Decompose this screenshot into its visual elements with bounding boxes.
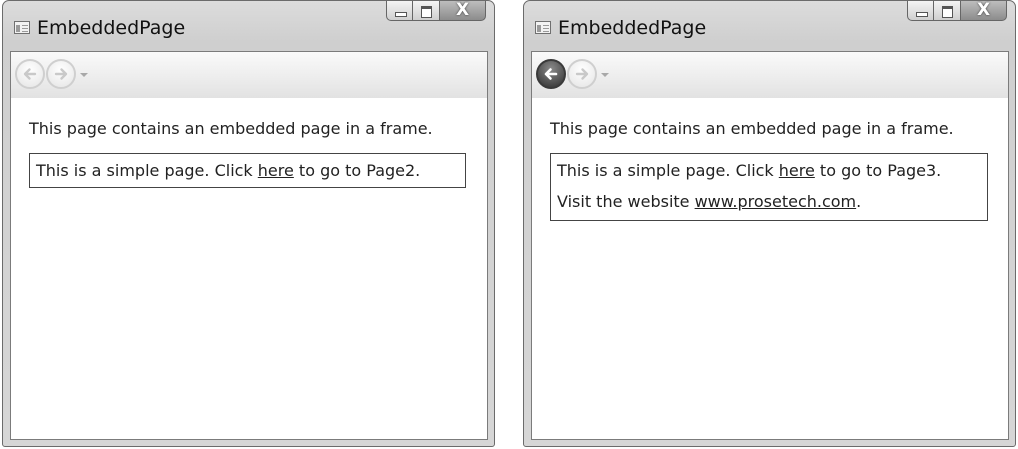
history-dropdown-icon[interactable]	[80, 73, 88, 77]
here-link[interactable]: here	[779, 161, 815, 180]
forward-button[interactable]	[567, 59, 597, 89]
window-app-icon[interactable]	[535, 21, 551, 34]
maximize-button[interactable]	[413, 1, 440, 21]
frame-text-line: Visit the website www.prosetech.com.	[557, 191, 981, 213]
client-area: This page contains an embedded page in a…	[531, 51, 1009, 440]
website-link[interactable]: www.prosetech.com	[695, 192, 857, 211]
frame-text-prefix: This is a simple page. Click	[557, 161, 779, 180]
page-content: This page contains an embedded page in a…	[11, 98, 487, 439]
embedded-page-window-1: EmbeddedPage X This page contains an emb…	[2, 0, 495, 447]
navigation-bar	[532, 52, 1008, 98]
title-bar[interactable]: EmbeddedPage X	[524, 1, 1015, 47]
caption-buttons: X	[907, 1, 1007, 23]
frame-text-prefix: This is a simple page. Click	[36, 161, 258, 180]
frame-text-suffix: to go to Page2.	[293, 161, 421, 180]
back-button[interactable]	[536, 59, 566, 89]
intro-text: This page contains an embedded page in a…	[550, 119, 954, 138]
embedded-frame: This is a simple page. Click here to go …	[29, 153, 466, 188]
caption-buttons: X	[386, 1, 486, 23]
minimize-button[interactable]	[907, 1, 934, 21]
forward-arrow-icon	[575, 68, 589, 80]
page-content: This page contains an embedded page in a…	[532, 98, 1008, 439]
embedded-page-window-2: EmbeddedPage X This page contains an emb…	[523, 0, 1016, 447]
here-link[interactable]: here	[258, 161, 294, 180]
minimize-button[interactable]	[386, 1, 413, 21]
back-arrow-icon	[23, 68, 37, 80]
frame-text-suffix: to go to Page3.	[814, 161, 942, 180]
back-button[interactable]	[15, 59, 45, 89]
frame-text-line: This is a simple page. Click here to go …	[557, 160, 981, 182]
maximize-button[interactable]	[934, 1, 961, 21]
frame-text-suffix: .	[856, 192, 862, 211]
intro-text: This page contains an embedded page in a…	[29, 119, 433, 138]
title-bar[interactable]: EmbeddedPage X	[3, 1, 494, 47]
window-app-icon[interactable]	[14, 21, 30, 34]
navigation-bar	[11, 52, 487, 98]
close-button[interactable]: X	[961, 1, 1007, 21]
client-area: This page contains an embedded page in a…	[10, 51, 488, 440]
frame-text-prefix: Visit the website	[557, 192, 695, 211]
frame-text-line: This is a simple page. Click here to go …	[36, 160, 459, 182]
embedded-frame: This is a simple page. Click here to go …	[550, 153, 988, 221]
history-dropdown-icon[interactable]	[601, 73, 609, 77]
back-arrow-icon	[544, 68, 558, 80]
window-title: EmbeddedPage	[37, 17, 186, 39]
close-button[interactable]: X	[440, 1, 486, 21]
window-title: EmbeddedPage	[558, 17, 707, 39]
forward-button[interactable]	[46, 59, 76, 89]
forward-arrow-icon	[54, 68, 68, 80]
